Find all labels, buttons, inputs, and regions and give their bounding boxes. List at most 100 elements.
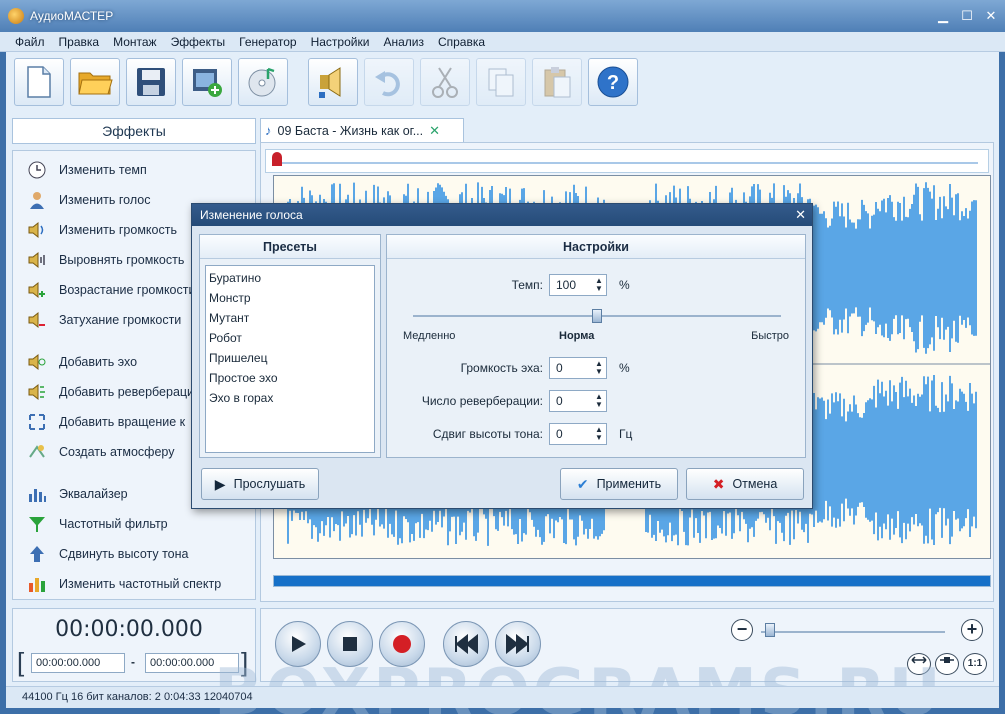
menu-montage[interactable]: Монтаж (106, 35, 164, 49)
menu-settings[interactable]: Настройки (304, 35, 377, 49)
record-icon (319, 67, 341, 98)
preset-item[interactable]: Пришелец (209, 349, 371, 369)
copy-icon (488, 68, 514, 97)
tempo-label: Темп: (511, 278, 543, 292)
zoom-in-button[interactable]: + (961, 619, 983, 641)
zoom-slider-track[interactable] (761, 631, 945, 633)
preset-item[interactable]: Простое эхо (209, 369, 371, 389)
play-icon: ▶ (214, 475, 226, 492)
fast-label: Быстро (751, 330, 789, 342)
play-icon (292, 636, 306, 652)
effect-pitch-shift[interactable]: Сдвинуть высоту тона (13, 539, 255, 569)
preset-item[interactable]: Эхо в горах (209, 389, 371, 409)
spin-arrows-icon[interactable]: ▲ ▼ (594, 426, 604, 442)
dialog-title: Изменение голоса (200, 208, 303, 222)
paste-button[interactable] (532, 58, 582, 106)
save-button[interactable] (126, 58, 176, 106)
listen-button[interactable]: ▶ Прослушать (201, 468, 319, 500)
menu-edit[interactable]: Правка (52, 35, 107, 49)
cut-button[interactable] (420, 58, 470, 106)
presets-panel: Пресеты Буратино Монстр Мутант Робот При… (199, 234, 381, 458)
record-button[interactable] (308, 58, 358, 106)
echo-icon (28, 353, 46, 371)
clock-icon (28, 161, 46, 179)
effect-label: Добавить вращение к (59, 415, 186, 429)
close-window-button[interactable]: ✕ (983, 8, 999, 24)
zoom-one-to-one-button[interactable]: 1:1 (963, 653, 987, 675)
effect-frequency-filter[interactable]: Частотный фильтр (13, 509, 255, 539)
volume-up-icon (28, 281, 45, 299)
record-dot-icon (393, 635, 411, 653)
effect-change-tempo[interactable]: Изменить темп (13, 155, 255, 185)
menu-file[interactable]: Файл (8, 35, 52, 49)
effect-label: Выровнять громкость (59, 253, 185, 267)
equalizer-icon (29, 489, 46, 502)
current-time: 00:00:00.000 (55, 617, 203, 642)
menu-analysis[interactable]: Анализ (376, 35, 431, 49)
filter-icon (29, 517, 45, 532)
new-file-button[interactable] (14, 58, 64, 106)
menu-generator[interactable]: Генератор (232, 35, 303, 49)
presets-list: Буратино Монстр Мутант Робот Пришелец Пр… (205, 265, 375, 453)
pitch-shift-spinner[interactable]: 0 ▲ ▼ (549, 423, 607, 445)
document-tab[interactable]: ♪ 09 Баста - Жизнь как ог... ✕ (260, 118, 464, 142)
spin-arrows-icon[interactable]: ▲ ▼ (594, 360, 604, 376)
pitch-shift-unit: Гц (619, 427, 633, 441)
preset-item[interactable]: Буратино (209, 269, 371, 289)
preset-item[interactable]: Робот (209, 329, 371, 349)
timeline-track (276, 162, 978, 164)
paste-icon (544, 67, 571, 98)
speaker-volume-icon (28, 221, 44, 239)
effect-label: Эквалайзер (59, 487, 128, 501)
help-button[interactable]: ? (588, 58, 638, 106)
toolbar: ? (14, 58, 992, 114)
menu-effects[interactable]: Эффекты (164, 35, 233, 49)
forward-icon (506, 634, 529, 654)
person-icon (30, 192, 44, 209)
stop-icon (343, 637, 357, 651)
selection-start-field[interactable]: 00:00:00.000 (31, 653, 125, 673)
undo-button[interactable] (364, 58, 414, 106)
effects-panel-header: Эффекты (12, 118, 256, 144)
effect-label: Возрастание громкости (59, 283, 196, 297)
open-folder-button[interactable] (70, 58, 120, 106)
new-file-icon (27, 66, 51, 98)
open-cd-button[interactable] (238, 58, 288, 106)
tempo-slider-thumb[interactable] (592, 309, 602, 323)
menu-help[interactable]: Справка (431, 35, 492, 49)
preset-item[interactable]: Мутант (209, 309, 371, 329)
effect-label: Сдвинуть высоту тона (59, 547, 189, 561)
close-tab-icon[interactable]: ✕ (429, 123, 440, 139)
settings-panel: Настройки Темп: 100 ▲ ▼ % Медленно Норма … (386, 234, 806, 458)
effect-frequency-spectrum[interactable]: Изменить частотный спектр (13, 569, 255, 599)
normal-label: Норма (559, 330, 595, 342)
effect-label: Изменить голос (59, 193, 151, 207)
tempo-spinner[interactable]: 100 ▲ ▼ (549, 274, 607, 296)
preset-item[interactable]: Монстр (209, 289, 371, 309)
dialog-close-icon[interactable]: ✕ (795, 204, 806, 226)
zoom-slider-thumb[interactable] (765, 623, 776, 637)
pitch-shift-value: 0 (556, 427, 563, 441)
pitch-shift-icon (30, 546, 44, 562)
playhead-marker[interactable] (272, 152, 282, 166)
echo-volume-spinner[interactable]: 0 ▲ ▼ (549, 357, 607, 379)
apply-button[interactable]: ✔ Применить (560, 468, 678, 500)
zoom-out-button[interactable]: − (731, 619, 753, 641)
reverb-count-value: 0 (556, 394, 563, 408)
effect-label: Частотный фильтр (59, 517, 168, 531)
spin-arrows-icon[interactable]: ▲ ▼ (594, 277, 604, 293)
spin-arrows-icon[interactable]: ▲ ▼ (594, 393, 604, 409)
cut-icon (432, 67, 458, 98)
effect-label: Изменить частотный спектр (59, 577, 222, 591)
reverb-count-spinner[interactable]: 0 ▲ ▼ (549, 390, 607, 412)
cancel-button[interactable]: ✖ Отмена (686, 468, 804, 500)
timeline-ruler[interactable] (265, 149, 989, 173)
minimize-button[interactable]: ▁ (935, 8, 951, 24)
settings-header: Настройки (387, 235, 805, 259)
open-video-button[interactable] (182, 58, 232, 106)
horizontal-scrollbar[interactable] (273, 575, 991, 587)
copy-button[interactable] (476, 58, 526, 106)
document-tab-title: 09 Баста - Жизнь как ог... (277, 123, 424, 138)
echo-volume-unit: % (619, 361, 630, 375)
maximize-button[interactable]: ☐ (959, 8, 975, 24)
